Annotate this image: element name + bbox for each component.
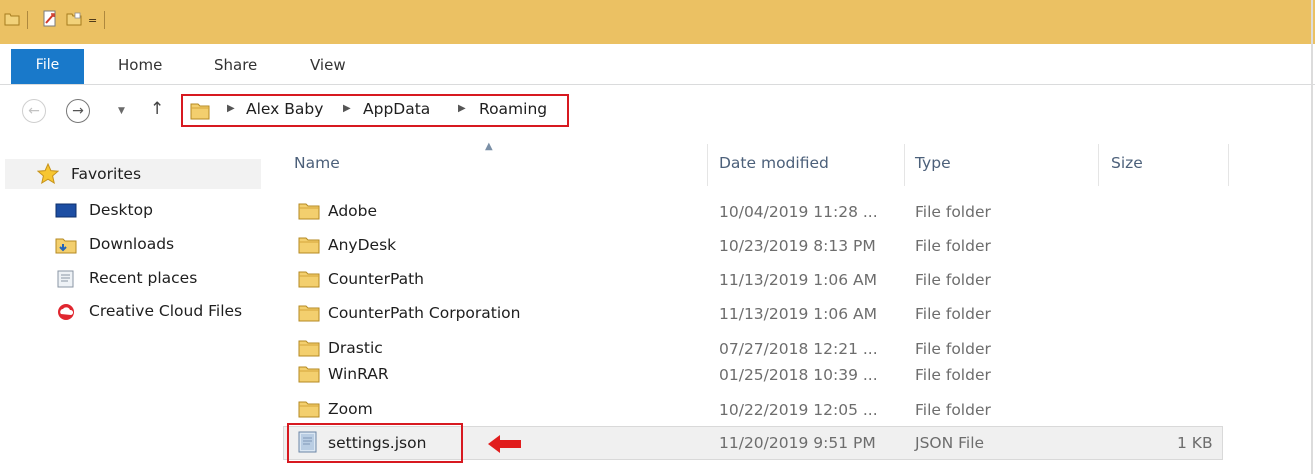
folder-icon bbox=[298, 305, 320, 322]
folder-icon bbox=[298, 203, 320, 220]
creative-cloud-icon bbox=[58, 304, 74, 320]
file-name[interactable]: WinRAR bbox=[328, 365, 389, 383]
file-name[interactable]: Zoom bbox=[328, 400, 373, 418]
breadcrumb-chevron-icon[interactable]: ▶ bbox=[343, 103, 351, 114]
downloads-icon bbox=[55, 238, 77, 254]
sidebar-item-desktop[interactable]: Desktop bbox=[89, 201, 153, 219]
file-name[interactable]: CounterPath bbox=[328, 270, 424, 288]
ribbon bbox=[0, 44, 1315, 85]
breadcrumb-chevron-icon[interactable]: ▶ bbox=[458, 103, 466, 114]
tab-file[interactable]: File bbox=[11, 49, 84, 84]
annotation-highlight-box bbox=[287, 423, 463, 463]
file-type: JSON File bbox=[915, 434, 985, 452]
window-edge bbox=[1311, 0, 1313, 474]
recent-places-icon bbox=[57, 270, 74, 288]
annotation-arrow-icon bbox=[488, 435, 521, 453]
folder-icon bbox=[298, 271, 320, 288]
file-type: File folder bbox=[915, 237, 991, 255]
breadcrumb-chevron-icon[interactable]: ▶ bbox=[227, 103, 235, 114]
column-header-type[interactable]: Type bbox=[915, 154, 951, 172]
toolbar-separator bbox=[27, 11, 28, 29]
up-arrow-icon[interactable]: ↑ bbox=[150, 99, 164, 119]
tab-view[interactable]: View bbox=[310, 56, 346, 74]
sidebar-item-downloads[interactable]: Downloads bbox=[89, 235, 174, 253]
sidebar-item-creative-cloud-files[interactable]: Creative Cloud Files bbox=[89, 302, 242, 320]
file-type: File folder bbox=[915, 305, 991, 323]
column-header-name[interactable]: Name bbox=[294, 154, 340, 172]
file-type: File folder bbox=[915, 271, 991, 289]
file-date: 11/13/2019 1:06 AM bbox=[719, 271, 877, 289]
file-type: File folder bbox=[915, 401, 991, 419]
toolbar-separator bbox=[104, 11, 105, 29]
sort-ascending-icon: ▲ bbox=[485, 141, 493, 152]
column-divider[interactable] bbox=[904, 144, 905, 186]
tab-home[interactable]: Home bbox=[118, 56, 162, 74]
breadcrumb-roaming[interactable]: Roaming bbox=[479, 100, 547, 118]
file-name[interactable]: CounterPath Corporation bbox=[328, 304, 520, 322]
file-type: File folder bbox=[915, 366, 991, 384]
file-name[interactable]: AnyDesk bbox=[328, 236, 396, 254]
file-date: 10/23/2019 8:13 PM bbox=[719, 237, 876, 255]
file-name[interactable]: Adobe bbox=[328, 202, 377, 220]
new-folder-icon[interactable] bbox=[66, 12, 82, 26]
sidebar-favorites-label[interactable]: Favorites bbox=[71, 165, 141, 183]
title-bar bbox=[0, 0, 1315, 44]
folder-icon bbox=[298, 237, 320, 254]
file-size: 1 KB bbox=[1177, 434, 1213, 452]
sidebar-item-recent-places[interactable]: Recent places bbox=[89, 269, 197, 287]
folder-icon[interactable] bbox=[4, 12, 20, 26]
column-header-date-modified[interactable]: Date modified bbox=[719, 154, 829, 172]
file-date: 11/20/2019 9:51 PM bbox=[719, 434, 876, 452]
file-name[interactable]: Drastic bbox=[328, 339, 383, 357]
column-divider[interactable] bbox=[707, 144, 708, 186]
column-divider[interactable] bbox=[1098, 144, 1099, 186]
file-date: 10/22/2019 12:05 ... bbox=[719, 401, 878, 419]
tab-share[interactable]: Share bbox=[214, 56, 257, 74]
back-button[interactable]: ← bbox=[22, 99, 46, 123]
properties-icon[interactable] bbox=[42, 10, 58, 28]
folder-icon bbox=[298, 401, 320, 418]
folder-icon bbox=[298, 366, 320, 383]
desktop-icon bbox=[55, 203, 77, 218]
file-type: File folder bbox=[915, 203, 991, 221]
file-date: 01/25/2018 10:39 ... bbox=[719, 366, 878, 384]
file-date: 11/13/2019 1:06 AM bbox=[719, 305, 877, 323]
column-header-size[interactable]: Size bbox=[1111, 154, 1143, 172]
file-type: File folder bbox=[915, 340, 991, 358]
column-divider[interactable] bbox=[1228, 144, 1229, 186]
folder-icon bbox=[298, 340, 320, 357]
breadcrumb-appdata[interactable]: AppData bbox=[363, 100, 430, 118]
file-date: 10/04/2019 11:28 ... bbox=[719, 203, 878, 221]
breadcrumb-alex-baby[interactable]: Alex Baby bbox=[246, 100, 323, 118]
file-date: 07/27/2018 12:21 ... bbox=[719, 340, 878, 358]
star-icon bbox=[37, 163, 59, 184]
folder-icon bbox=[190, 103, 210, 120]
customize-quick-access-icon[interactable]: = bbox=[88, 15, 97, 27]
forward-button[interactable]: → bbox=[66, 99, 90, 123]
recent-locations-chevron-down-icon[interactable]: ▼ bbox=[118, 106, 125, 116]
